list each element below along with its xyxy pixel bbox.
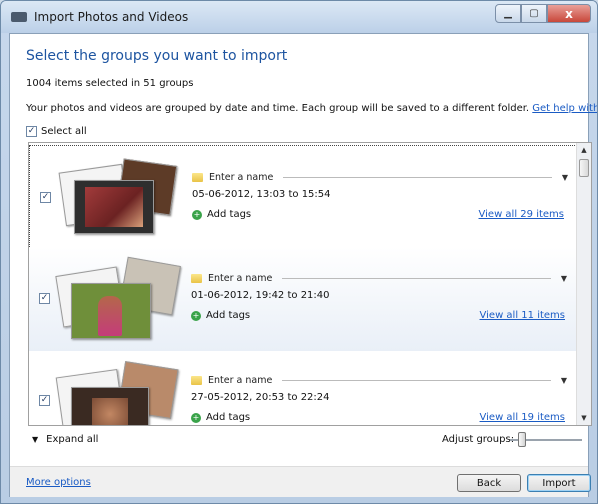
back-button[interactable]: Back	[457, 474, 521, 492]
close-icon: x	[565, 6, 573, 21]
help-link[interactable]: Get help with this	[532, 103, 597, 114]
group-row[interactable]: ✓ Enter a name ▼ 05-06-2012, 13:03 to 15…	[29, 145, 577, 249]
vertical-scrollbar[interactable]: ▲ ▼	[576, 143, 591, 425]
group-name-field[interactable]: Enter a name ▼	[191, 271, 567, 285]
scroll-up-arrow-icon[interactable]: ▲	[577, 143, 591, 157]
folder-icon	[191, 273, 202, 283]
check-icon: ✓	[40, 293, 49, 303]
add-tags-label: Add tags	[206, 412, 251, 423]
group-date-range: 27-05-2012, 20:53 to 22:24	[191, 392, 330, 403]
select-all-label: Select all	[41, 126, 87, 137]
dialog-footer: More options Back Import	[10, 466, 591, 497]
chevron-down-icon: ▼	[32, 435, 39, 444]
app-icon	[11, 12, 27, 22]
add-tags-label: Add tags	[206, 310, 251, 321]
maximize-icon: ▢	[529, 8, 539, 19]
dropdown-arrow-icon[interactable]: ▼	[562, 173, 568, 182]
view-all-link[interactable]: View all 11 items	[480, 310, 565, 321]
dropdown-arrow-icon[interactable]: ▼	[561, 274, 567, 283]
check-icon: ✓	[40, 395, 49, 405]
group-row[interactable]: ✓ Enter a name ▼ 01-06-2012, 19:42 to 21…	[29, 247, 577, 351]
photo-thumbnail	[71, 387, 149, 425]
groups-list[interactable]: ✓ Enter a name ▼ 05-06-2012, 13:03 to 15…	[28, 142, 592, 426]
view-all-link[interactable]: View all 19 items	[480, 412, 565, 423]
minimize-icon: ▁	[504, 8, 512, 19]
dialog-content: Select the groups you want to import 100…	[9, 33, 597, 497]
photo-stack-thumbnail[interactable]	[54, 156, 178, 240]
window-controls: ▁ ▢ x	[495, 4, 591, 24]
select-all-checkbox[interactable]: ✓ Select all	[26, 126, 87, 137]
check-icon: ✓	[27, 126, 36, 136]
add-tags-button[interactable]: + Add tags	[191, 412, 250, 423]
add-tags-button[interactable]: + Add tags	[192, 209, 251, 220]
folder-icon	[191, 375, 202, 385]
add-tag-icon: +	[192, 209, 202, 220]
name-underline	[282, 379, 551, 381]
slider-thumb[interactable]	[518, 432, 526, 447]
description: Your photos and videos are grouped by da…	[26, 103, 597, 114]
photo-thumbnail	[74, 180, 154, 234]
add-tag-icon: +	[191, 412, 201, 423]
title-bar[interactable]: Import Photos and Videos ▁ ▢ x	[1, 1, 597, 33]
group-date-range: 05-06-2012, 13:03 to 15:54	[192, 189, 331, 200]
checkbox-box[interactable]: ✓	[26, 126, 37, 137]
add-tags-label: Add tags	[207, 209, 252, 220]
photo-stack-thumbnail[interactable]	[53, 359, 179, 425]
name-placeholder: Enter a name	[208, 272, 273, 284]
name-placeholder: Enter a name	[208, 374, 273, 386]
adjust-groups-label: Adjust groups:	[442, 434, 515, 445]
check-icon: ✓	[41, 192, 50, 202]
folder-icon	[192, 172, 203, 182]
dropdown-arrow-icon[interactable]: ▼	[561, 376, 567, 385]
more-options-link[interactable]: More options	[26, 477, 91, 488]
scroll-down-arrow-icon[interactable]: ▼	[577, 411, 591, 425]
import-button[interactable]: Import	[527, 474, 591, 492]
name-placeholder: Enter a name	[209, 171, 274, 183]
group-date-range: 01-06-2012, 19:42 to 21:40	[191, 290, 330, 301]
group-checkbox[interactable]: ✓	[39, 293, 50, 304]
name-underline	[282, 277, 551, 279]
name-underline	[283, 176, 552, 178]
selection-count: 1004 items selected in 51 groups	[26, 78, 194, 89]
expand-all-label: Expand all	[46, 434, 99, 445]
group-row[interactable]: ✓ Enter a name ▼ 27-05-2012, 20:53 to 22…	[29, 349, 577, 425]
scroll-thumb[interactable]	[579, 159, 589, 177]
expand-all-button[interactable]: ▼ Expand all	[32, 434, 98, 445]
import-window: Import Photos and Videos ▁ ▢ x Select th…	[0, 0, 598, 504]
photo-thumbnail	[71, 283, 151, 339]
minimize-button[interactable]: ▁	[495, 4, 521, 23]
add-tags-button[interactable]: + Add tags	[191, 310, 250, 321]
close-button[interactable]: x	[547, 4, 591, 23]
group-checkbox[interactable]: ✓	[40, 192, 51, 203]
photo-stack-thumbnail[interactable]	[53, 256, 181, 341]
group-checkbox[interactable]: ✓	[39, 395, 50, 406]
add-tag-icon: +	[191, 310, 201, 321]
view-all-link[interactable]: View all 29 items	[479, 209, 564, 220]
maximize-button[interactable]: ▢	[521, 4, 547, 23]
group-name-field[interactable]: Enter a name ▼	[192, 170, 568, 184]
page-title: Select the groups you want to import	[26, 48, 288, 64]
window-title: Import Photos and Videos	[34, 10, 189, 24]
group-name-field[interactable]: Enter a name ▼	[191, 373, 567, 387]
adjust-groups-slider[interactable]	[510, 432, 582, 448]
description-text: Your photos and videos are grouped by da…	[26, 103, 530, 114]
